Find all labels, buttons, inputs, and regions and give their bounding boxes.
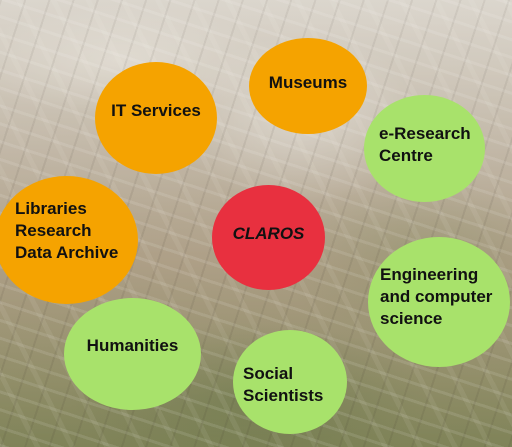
museums-label: Museums xyxy=(268,73,348,92)
eresearch-node: e-Research Centre xyxy=(364,95,485,202)
museums-node: Museums xyxy=(249,38,367,134)
claros-label: CLAROS xyxy=(232,223,305,243)
it-services-label: IT Services xyxy=(111,101,201,120)
engineering-node: Engineering and computer science xyxy=(368,237,510,367)
humanities-label: Humanities xyxy=(86,336,179,355)
libraries-node: Libraries Research Data Archive xyxy=(0,176,138,304)
engineering-label: Engineering and computer science xyxy=(380,265,493,328)
social-scientists-node: Social Scientists xyxy=(233,330,347,434)
social-scientists-label: Social Scientists xyxy=(243,364,324,405)
libraries-label: Libraries Research Data Archive xyxy=(15,199,119,262)
humanities-node: Humanities xyxy=(64,298,201,410)
eresearch-label: e-Research Centre xyxy=(379,123,471,165)
claros-node: CLAROS xyxy=(212,185,325,290)
it-services-node: IT Services xyxy=(95,62,217,174)
